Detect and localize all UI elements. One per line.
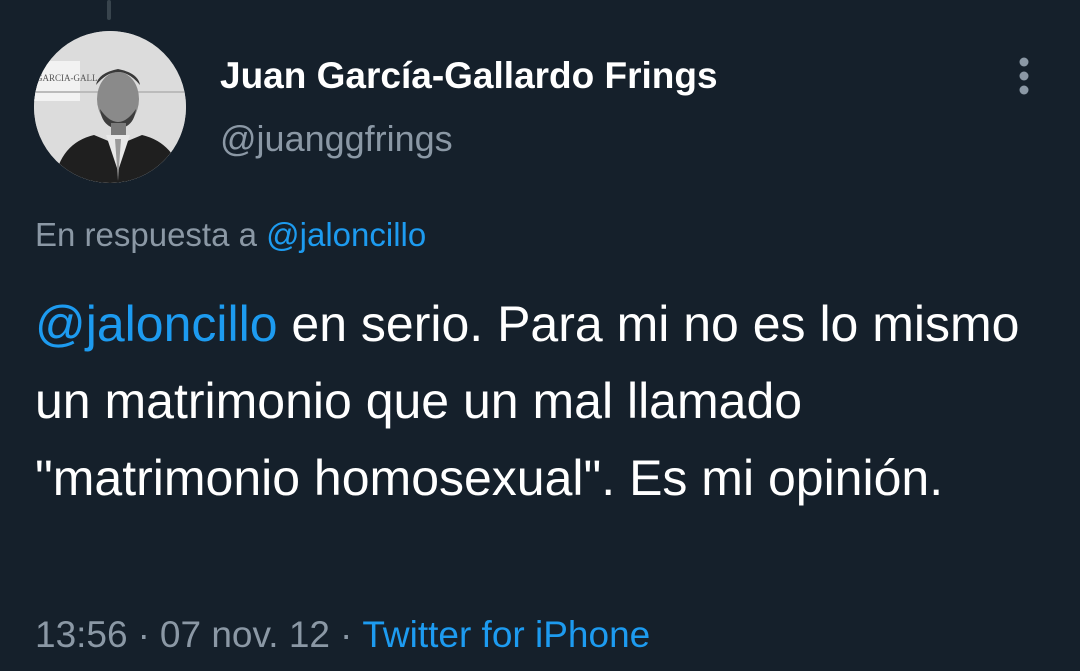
meta-separator: · bbox=[137, 614, 150, 655]
reply-context: En respuesta a @jaloncillo bbox=[35, 216, 426, 254]
meta-separator: · bbox=[339, 614, 353, 655]
avatar[interactable]: GARCIA-GALL bbox=[34, 31, 186, 183]
author-display-name[interactable]: Juan García-Gallardo Frings bbox=[220, 55, 718, 97]
reply-prefix: En respuesta a bbox=[35, 216, 257, 253]
avatar-photo: GARCIA-GALL bbox=[34, 31, 186, 183]
thread-connector-line bbox=[107, 0, 111, 20]
tweet-date[interactable]: 07 nov. 12 bbox=[160, 614, 330, 655]
tweet-time[interactable]: 13:56 bbox=[35, 614, 128, 655]
tweet-source-link[interactable]: Twitter for iPhone bbox=[362, 614, 650, 655]
more-vertical-icon bbox=[1019, 57, 1029, 95]
tweet-body: @jaloncillo en serio. Para mi no es lo m… bbox=[35, 286, 1055, 517]
tweet-meta: 13:56 · 07 nov. 12 · Twitter for iPhone bbox=[35, 614, 650, 656]
author-handle[interactable]: @juanggfrings bbox=[220, 118, 453, 160]
reply-mention-link[interactable]: @jaloncillo bbox=[266, 216, 426, 253]
more-options-button[interactable] bbox=[1004, 52, 1044, 100]
body-mention-link[interactable]: @jaloncillo bbox=[35, 296, 278, 352]
avatar-sign-text: GARCIA-GALL bbox=[36, 73, 98, 83]
